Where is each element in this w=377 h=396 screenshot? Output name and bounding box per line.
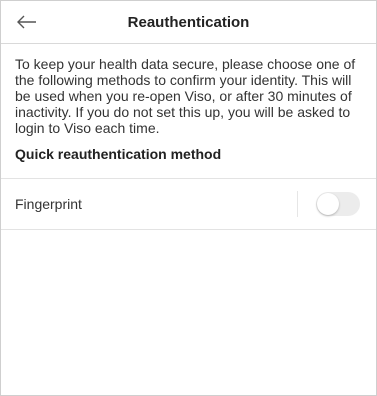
fingerprint-label: Fingerprint xyxy=(15,196,82,212)
arrow-left-icon xyxy=(17,15,36,29)
fingerprint-row[interactable]: Fingerprint xyxy=(1,179,376,230)
section-heading: Quick reauthentication method xyxy=(15,146,222,162)
back-button[interactable] xyxy=(13,9,41,35)
toggle-knob xyxy=(317,193,339,215)
fingerprint-toggle[interactable] xyxy=(316,192,360,216)
header-bar: Reauthentication xyxy=(1,1,376,44)
page-title: Reauthentication xyxy=(127,13,250,31)
reauthentication-screen: Reauthentication To keep your health dat… xyxy=(0,0,377,396)
vertical-divider xyxy=(297,191,298,217)
intro-text: To keep your health data secure, please … xyxy=(15,56,356,136)
